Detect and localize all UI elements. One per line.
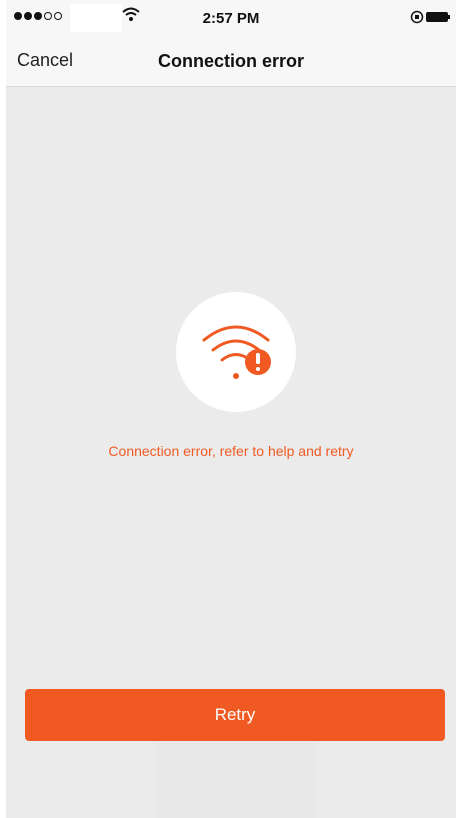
page-title: Connection error — [157, 51, 304, 71]
wifi-error-icon — [176, 292, 296, 412]
bottom-area — [156, 741, 316, 818]
nav-bar: Cancel Connection error — [6, 36, 456, 87]
status-bar: 2:57 PM — [6, 0, 456, 36]
retry-button[interactable]: Retry — [25, 689, 445, 741]
battery-icon — [426, 12, 448, 22]
rotation-lock-icon — [410, 10, 424, 29]
battery-tip — [448, 15, 450, 19]
app-screen: 2:57 PM Cancel Connection error Connecti… — [6, 0, 456, 818]
status-time: 2:57 PM — [202, 10, 260, 27]
error-message: Connection error, refer to help and retr… — [108, 443, 354, 459]
